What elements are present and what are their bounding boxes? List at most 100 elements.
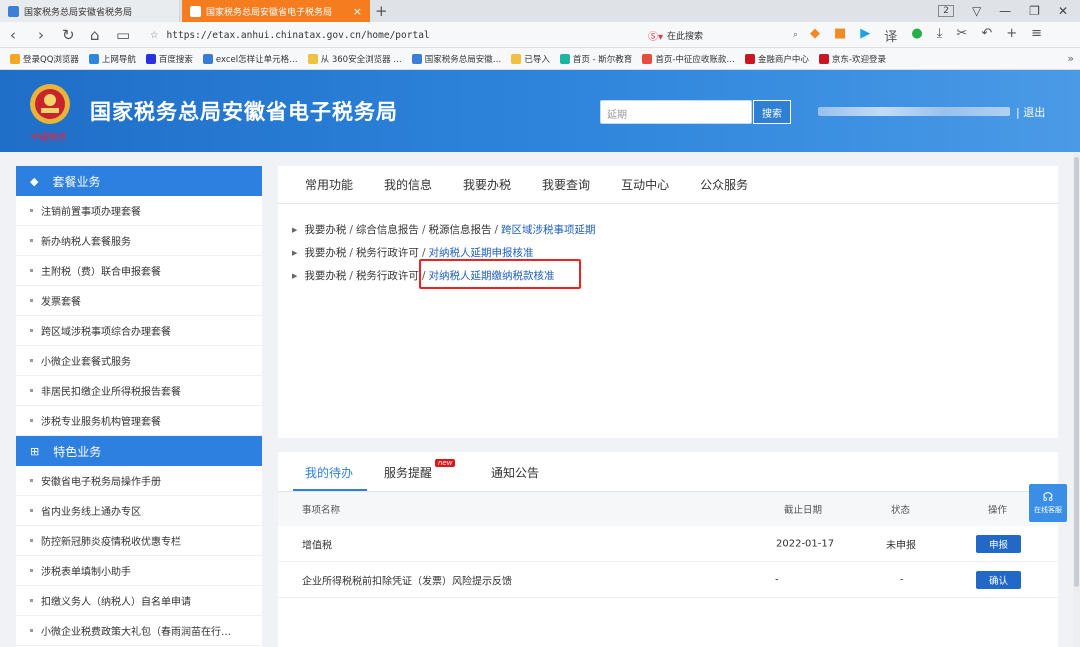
breadcrumb-separator: / bbox=[494, 223, 499, 236]
back-icon[interactable]: ‹ bbox=[10, 26, 16, 44]
sidebar-item[interactable]: 发票套餐 bbox=[16, 286, 262, 316]
bookmark-item[interactable]: 首页 - 斯尔教育 bbox=[559, 53, 632, 65]
restore-icon[interactable]: ❐ bbox=[1029, 4, 1040, 18]
breadcrumb-part[interactable]: 税源信息报告 bbox=[428, 222, 491, 237]
breadcrumb-part[interactable]: 我要办税 bbox=[304, 268, 346, 283]
sidebar-item[interactable]: 小微企业套餐式服务 bbox=[16, 346, 262, 376]
breadcrumb-link[interactable]: 对纳税人延期申报核准 bbox=[428, 245, 533, 260]
bookmark-label: 京东-欢迎登录 bbox=[831, 54, 886, 65]
wechat-icon[interactable]: ● bbox=[911, 26, 922, 45]
bookmark-item[interactable]: 百度搜索 bbox=[145, 53, 193, 65]
confirm-button[interactable]: 确认 bbox=[976, 570, 1021, 589]
page-scrollbar[interactable] bbox=[1073, 152, 1080, 647]
close-tab-icon[interactable]: × bbox=[353, 5, 362, 18]
sidebar-section-header[interactable]: ◆ 套餐业务 bbox=[16, 166, 262, 196]
sidebar-item-label: 涉税表单填制小助手 bbox=[41, 567, 131, 578]
tab-common[interactable]: 常用功能 bbox=[305, 176, 353, 193]
sidebar-item[interactable]: 扣缴义务人（纳税人）自名单申请 bbox=[16, 586, 262, 616]
tab-notice[interactable]: 通知公告 bbox=[491, 464, 539, 481]
sidebar-item-label: 发票套餐 bbox=[41, 297, 81, 308]
tab-public-service[interactable]: 公众服务 bbox=[700, 176, 748, 193]
pin-icon[interactable]: ▽ bbox=[972, 4, 981, 18]
tab-tax-handling[interactable]: 我要办税 bbox=[463, 176, 511, 193]
bookmark-item[interactable]: 上网导航 bbox=[88, 53, 136, 65]
site-search-button[interactable]: 搜索 bbox=[753, 100, 791, 124]
bullet-icon bbox=[30, 389, 33, 392]
sidebar-item[interactable]: 小微企业税费政策大礼包（春雨润苗在行… bbox=[16, 616, 262, 646]
sidebar-item-label: 跨区域涉税事项综合办理套餐 bbox=[41, 327, 171, 338]
undo-icon[interactable]: ↶ bbox=[981, 26, 992, 45]
minimize-icon[interactable]: — bbox=[999, 4, 1011, 18]
logout-link[interactable]: | 退出 bbox=[1016, 104, 1045, 120]
bookmark-icon bbox=[642, 53, 653, 64]
sidebar-item[interactable]: 防控新冠肺炎疫情税收优惠专栏 bbox=[16, 526, 262, 556]
search-engine-icon[interactable]: Ⓢ▾ bbox=[648, 28, 663, 43]
sidebar-item[interactable]: 涉税表单填制小助手 bbox=[16, 556, 262, 586]
highlight-box bbox=[419, 259, 581, 289]
browser-search-box[interactable]: Ⓢ▾ 在此搜索 ⌕ bbox=[648, 25, 798, 45]
play-icon[interactable]: ▶ bbox=[860, 26, 870, 45]
tab-my-info[interactable]: 我的信息 bbox=[384, 176, 432, 193]
new-tab-icon[interactable]: + bbox=[375, 2, 388, 20]
sidebar-item[interactable]: 跨区域涉税事项综合办理套餐 bbox=[16, 316, 262, 346]
page-scrollbar-thumb[interactable] bbox=[1074, 157, 1079, 587]
search-icon[interactable]: ⌕ bbox=[793, 30, 798, 40]
game-icon[interactable]: ◆ bbox=[810, 26, 820, 45]
menu-icon[interactable]: ≡ bbox=[1031, 26, 1042, 45]
tab-service-reminder[interactable]: 服务提醒 bbox=[384, 464, 432, 481]
bookmark-item[interactable]: 首页-中征应收账款… bbox=[642, 53, 735, 65]
online-service-button[interactable]: ☊ 在线客服 bbox=[1029, 484, 1067, 522]
sidebar-item[interactable]: 涉税专业服务机构管理套餐 bbox=[16, 406, 262, 436]
close-window-icon[interactable]: ✕ bbox=[1058, 4, 1068, 18]
breadcrumb-link[interactable]: 跨区域涉税事项延期 bbox=[501, 222, 596, 237]
add-icon[interactable]: + bbox=[1006, 26, 1017, 45]
tab-interaction[interactable]: 互动中心 bbox=[621, 176, 669, 193]
sidebar-item[interactable]: 非居民扣缴企业所得税报告套餐 bbox=[16, 376, 262, 406]
tab-query[interactable]: 我要查询 bbox=[542, 176, 590, 193]
declare-button[interactable]: 申报 bbox=[976, 534, 1021, 553]
refresh-icon[interactable]: ↻ bbox=[62, 26, 75, 44]
bookmark-item[interactable]: 京东-欢迎登录 bbox=[818, 53, 886, 65]
tab-my-todo[interactable]: 我的待办 bbox=[305, 464, 353, 481]
home-icon[interactable]: ⌂ bbox=[90, 26, 100, 44]
bookmark-item[interactable]: excel怎样让单元格… bbox=[202, 53, 298, 65]
scissors-icon[interactable]: ✂ bbox=[956, 26, 967, 45]
breadcrumb-part[interactable]: 综合信息报告 bbox=[356, 222, 419, 237]
translate-icon[interactable]: 译 bbox=[884, 26, 897, 45]
bookmark-item[interactable]: 登录QQ浏览器 bbox=[10, 53, 79, 65]
browser-tab[interactable]: 国家税务总局安徽省税务局 bbox=[0, 0, 180, 22]
site-search-input[interactable]: 延期 bbox=[600, 100, 752, 124]
sidebar-section-header[interactable]: ⊞ 特色业务 bbox=[16, 436, 262, 466]
sidebar-item[interactable]: 注销前置事项办理套餐 bbox=[16, 196, 262, 226]
download-icon[interactable]: ⤓ bbox=[937, 26, 943, 45]
reader-icon[interactable]: ▭ bbox=[116, 26, 130, 44]
bookmark-item[interactable]: 已导入 bbox=[511, 53, 550, 65]
star-icon[interactable]: ☆ bbox=[150, 30, 159, 41]
breadcrumb: ▶ 我要办税 / 税务行政许可 / 对纳税人延期缴纳税款核准 bbox=[292, 264, 1058, 287]
sidebar-item[interactable]: 安徽省电子税务局操作手册 bbox=[16, 466, 262, 496]
video-icon[interactable]: ■ bbox=[834, 26, 846, 45]
bookmark-icon bbox=[307, 53, 318, 64]
address-bar[interactable]: ☆ https://etax.anhui.chinatax.gov.cn/hom… bbox=[150, 25, 630, 45]
breadcrumb-part[interactable]: 税务行政许可 bbox=[356, 268, 419, 283]
sidebar-item-label: 扣缴义务人（纳税人）自名单申请 bbox=[41, 597, 191, 608]
more-bookmarks-icon[interactable]: » bbox=[1067, 52, 1074, 65]
breadcrumb-part[interactable]: 我要办税 bbox=[304, 222, 346, 237]
sidebar-item-label: 涉税专业服务机构管理套餐 bbox=[41, 417, 161, 428]
breadcrumb-part[interactable]: 税务行政许可 bbox=[356, 245, 419, 260]
common-functions-panel: 常用功能 我的信息 我要办税 我要查询 互动中心 公众服务 ▶ 我要办税 / 综合信息… bbox=[278, 166, 1058, 438]
bookmark-icon bbox=[411, 53, 422, 64]
table-row: 增值税 2022-01-17 未申报 申报 bbox=[278, 526, 1058, 562]
forward-icon[interactable]: › bbox=[38, 26, 44, 44]
bookmark-item[interactable]: 金融商户中心 bbox=[744, 53, 809, 65]
sidebar-item[interactable]: 主附税（费）联合申报套餐 bbox=[16, 256, 262, 286]
breadcrumb-part[interactable]: 我要办税 bbox=[304, 245, 346, 260]
sidebar-item[interactable]: 新办纳税人套餐服务 bbox=[16, 226, 262, 256]
arrow-right-icon: ▶ bbox=[292, 248, 298, 257]
bookmark-item[interactable]: 从 360安全浏览器 … bbox=[307, 53, 402, 65]
browser-tab-active[interactable]: 国家税务总局安徽省电子税务局 × bbox=[182, 0, 370, 22]
window-controls: 2 ▽ — ❐ ✕ bbox=[938, 0, 1080, 22]
window-count-badge[interactable]: 2 bbox=[938, 5, 954, 17]
sidebar-item[interactable]: 省内业务线上通办专区 bbox=[16, 496, 262, 526]
bookmark-item[interactable]: 国家税务总局安徽… bbox=[411, 53, 501, 65]
